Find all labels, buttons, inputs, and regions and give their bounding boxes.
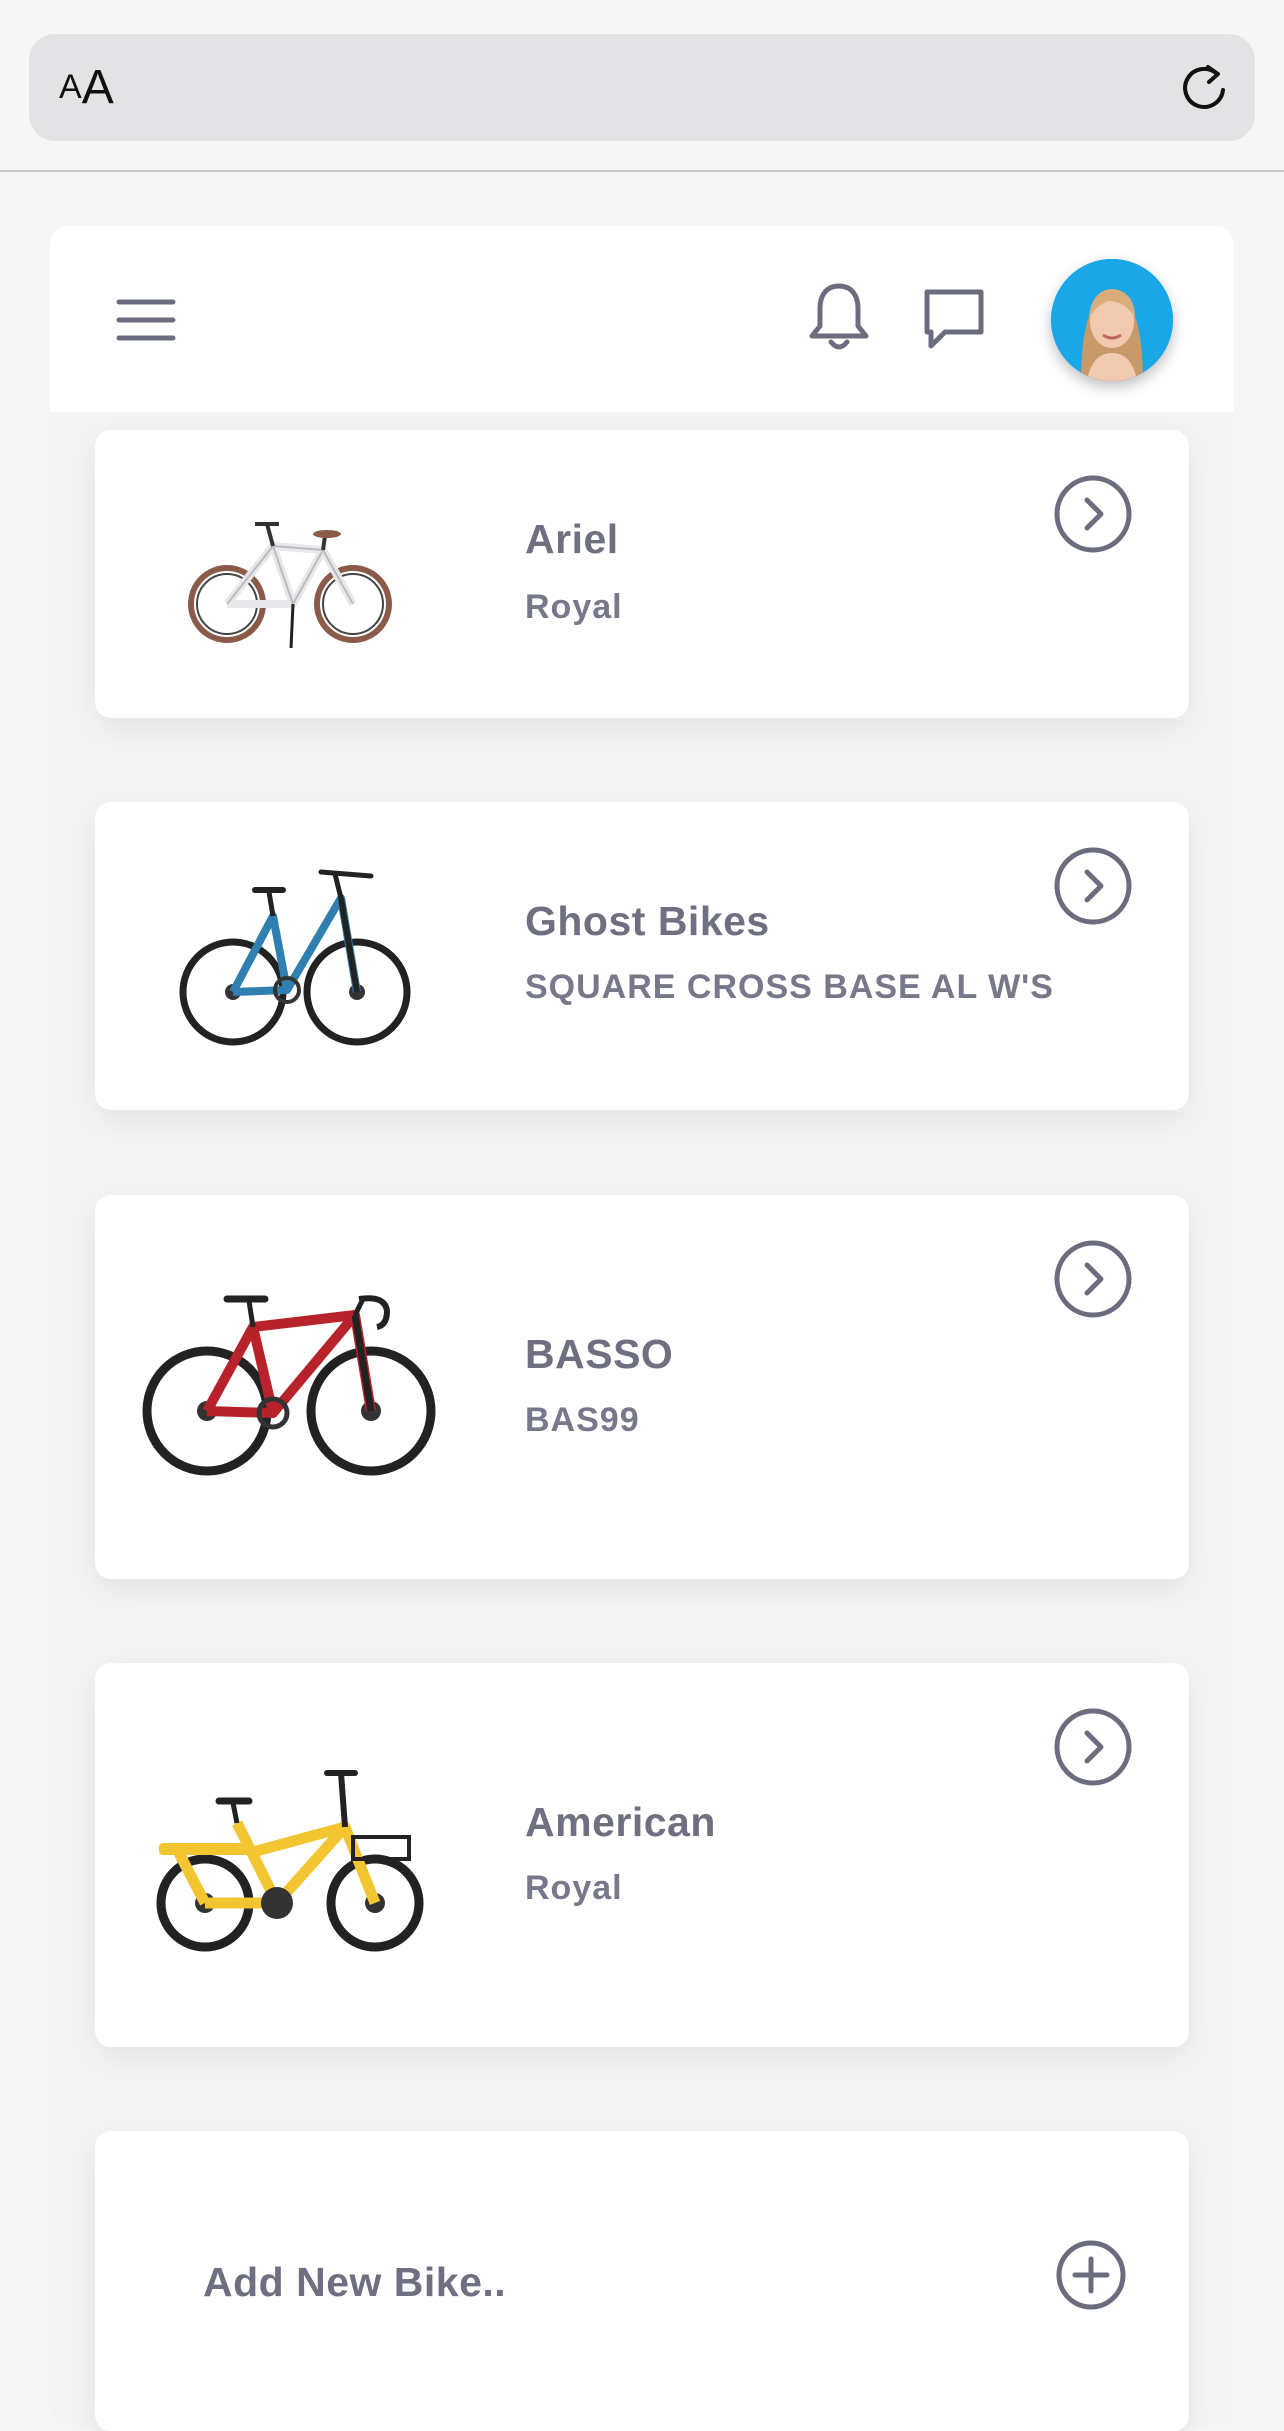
add-bike-label: Add New Bike.. [203,2259,507,2305]
bike-image [149,1767,429,1962]
bike-image [175,862,415,1067]
hamburger-menu-icon[interactable] [116,296,176,344]
bike-card[interactable]: American Royal [95,1663,1189,2047]
bike-name: Ghost Bikes [525,898,770,944]
bike-image [141,1291,437,1486]
bike-model: BAS99 [525,1401,640,1439]
avatar[interactable] [1051,259,1173,381]
bike-image [185,516,395,657]
bike-card[interactable]: BASSO BAS99 [95,1195,1189,1579]
bike-model: SQUARE CROSS BASE AL W'S [525,968,1054,1006]
bike-name: American [525,1799,716,1845]
browser-toolbar: A A [0,0,1284,172]
plus-circle-icon[interactable] [1055,2239,1127,2311]
chevron-right-icon[interactable] [1053,846,1133,926]
chevron-right-icon[interactable] [1053,1239,1133,1319]
add-bike-card[interactable]: Add New Bike.. [95,2131,1189,2431]
bike-card[interactable]: Ariel Royal [95,430,1189,718]
text-size-small-glyph: A [59,68,82,106]
bike-card[interactable]: Ghost Bikes SQUARE CROSS BASE AL W'S [95,802,1189,1110]
bike-name: BASSO [525,1331,674,1377]
reload-icon[interactable] [1177,60,1233,116]
chat-bubble-icon[interactable] [919,284,989,354]
text-size-button[interactable]: A A [59,34,114,141]
bike-model: Royal [525,1869,623,1907]
bike-model: Royal [525,588,623,626]
bell-icon[interactable] [804,280,874,356]
app-header [50,226,1234,412]
chevron-right-icon[interactable] [1053,1707,1133,1787]
bike-name: Ariel [525,516,619,562]
address-bar[interactable]: A A [29,34,1255,141]
chevron-right-icon[interactable] [1053,474,1133,554]
text-size-large-glyph: A [81,61,114,114]
